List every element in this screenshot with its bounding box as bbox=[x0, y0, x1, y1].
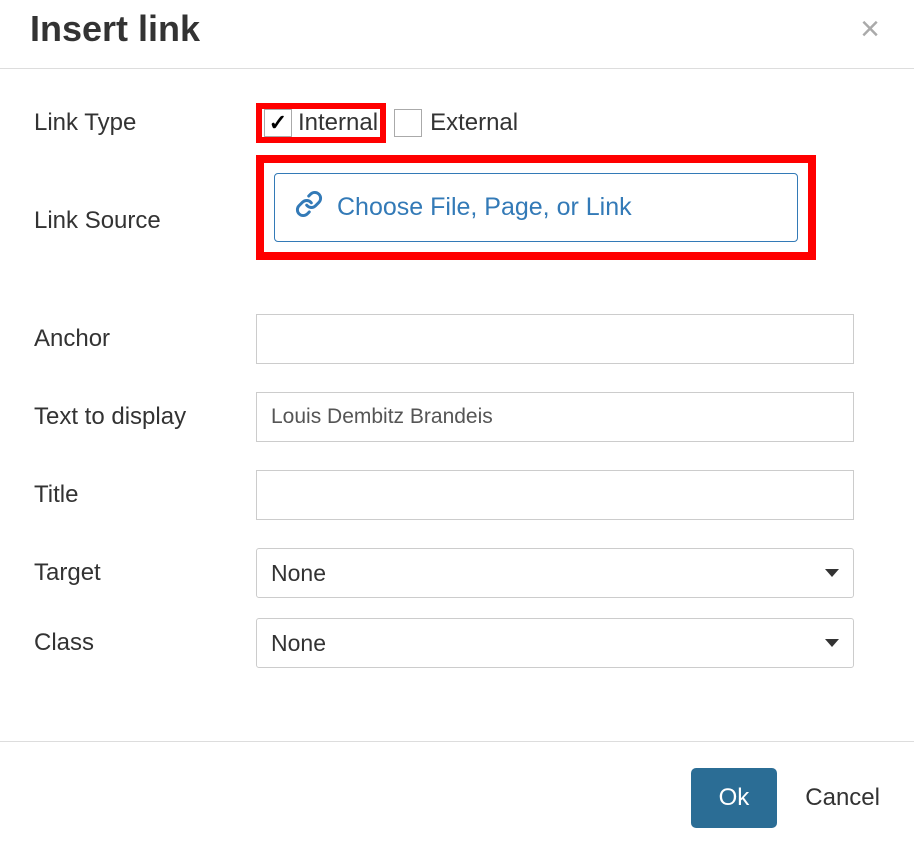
highlight-internal: Internal bbox=[256, 103, 386, 143]
anchor-label: Anchor bbox=[34, 325, 256, 353]
target-row: Target None bbox=[34, 548, 880, 598]
class-row: Class None bbox=[34, 618, 880, 668]
text-display-label: Text to display bbox=[34, 403, 256, 431]
chevron-down-icon bbox=[825, 569, 839, 577]
class-label: Class bbox=[34, 629, 256, 657]
title-label: Title bbox=[34, 481, 256, 509]
text-display-input[interactable] bbox=[256, 392, 854, 442]
link-type-row: Link Type Internal External bbox=[34, 103, 880, 143]
insert-link-dialog: Insert link × Link Type Internal Externa… bbox=[0, 0, 914, 854]
title-input[interactable] bbox=[256, 470, 854, 520]
title-control bbox=[256, 470, 880, 520]
dialog-footer: Ok Cancel bbox=[0, 741, 914, 854]
link-source-label: Link Source bbox=[34, 155, 256, 235]
anchor-row: Anchor bbox=[34, 314, 880, 364]
target-select-value: None bbox=[271, 560, 326, 587]
class-control: None bbox=[256, 618, 880, 668]
internal-checkbox-label: Internal bbox=[298, 109, 378, 137]
cancel-button[interactable]: Cancel bbox=[805, 784, 880, 812]
link-type-controls: Internal External bbox=[256, 103, 880, 143]
class-select[interactable]: None bbox=[256, 618, 854, 668]
internal-checkbox-wrap[interactable]: Internal bbox=[264, 109, 378, 137]
title-row: Title bbox=[34, 470, 880, 520]
external-checkbox-wrap[interactable]: External bbox=[394, 109, 518, 137]
choose-file-button-label: Choose File, Page, or Link bbox=[337, 193, 632, 222]
dialog-title: Insert link bbox=[30, 8, 200, 50]
close-icon[interactable]: × bbox=[856, 12, 884, 46]
link-source-row: Link Source Choose File, Page, or Link bbox=[34, 155, 880, 260]
anchor-control bbox=[256, 314, 880, 364]
text-display-control bbox=[256, 392, 880, 442]
external-checkbox[interactable] bbox=[394, 109, 422, 137]
ok-button[interactable]: Ok bbox=[691, 768, 778, 828]
chevron-down-icon bbox=[825, 639, 839, 647]
target-control: None bbox=[256, 548, 880, 598]
link-source-controls: Choose File, Page, or Link bbox=[256, 155, 880, 260]
target-select[interactable]: None bbox=[256, 548, 854, 598]
choose-file-button[interactable]: Choose File, Page, or Link bbox=[274, 173, 798, 242]
highlight-link-source: Choose File, Page, or Link bbox=[256, 155, 816, 260]
target-label: Target bbox=[34, 559, 256, 587]
internal-checkbox[interactable] bbox=[264, 109, 292, 137]
link-type-checkbox-group: Internal External bbox=[256, 103, 880, 143]
dialog-body: Link Type Internal External bbox=[0, 69, 914, 741]
link-icon bbox=[295, 190, 323, 225]
external-checkbox-label: External bbox=[430, 109, 518, 137]
anchor-input[interactable] bbox=[256, 314, 854, 364]
text-display-row: Text to display bbox=[34, 392, 880, 442]
dialog-header: Insert link × bbox=[0, 0, 914, 69]
class-select-value: None bbox=[271, 630, 326, 657]
link-type-label: Link Type bbox=[34, 109, 256, 137]
